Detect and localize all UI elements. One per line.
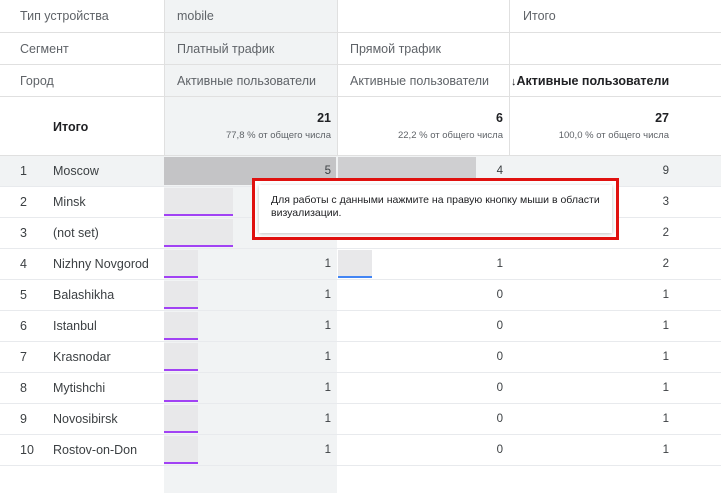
- row-city: Moscow: [53, 164, 99, 178]
- row-city: Istanbul: [53, 319, 97, 333]
- row-city: Nizhny Novgorod: [53, 257, 149, 271]
- header-device-row: Тип устройства mobile Итого: [0, 0, 721, 32]
- totals-direct-value: 6: [496, 111, 503, 125]
- metric-header-paid[interactable]: Активные пользователи: [177, 65, 316, 97]
- table-row[interactable]: 4 Nizhny Novgorod 1 1 2: [0, 249, 721, 280]
- totals-row: Итого 21 77,8 % от общего числа 6 22,2 %…: [0, 97, 721, 155]
- segment-direct-traffic[interactable]: Прямой трафик: [350, 33, 441, 65]
- row-total-value: 1: [662, 320, 669, 332]
- row-index: 5: [20, 288, 27, 302]
- row-index: 2: [20, 195, 27, 209]
- header-segment-row: Сегмент Платный трафик Прямой трафик: [0, 33, 721, 65]
- row-total-value: 1: [662, 413, 669, 425]
- row-city: Rostov-on-Don: [53, 443, 138, 457]
- row-city: (not set): [53, 226, 99, 240]
- row-total-value: 2: [662, 227, 669, 239]
- row-index: 9: [20, 412, 27, 426]
- row-city: Minsk: [53, 195, 86, 209]
- row-total-value: 3: [662, 196, 669, 208]
- paid-bar: [164, 374, 198, 402]
- table-row[interactable]: 9 Novosibirsk 1 0 1: [0, 404, 721, 435]
- row-direct-value: 1: [496, 258, 503, 270]
- device-type-value[interactable]: mobile: [177, 0, 214, 32]
- row-index: 8: [20, 381, 27, 395]
- row-direct-value: 0: [496, 289, 503, 301]
- metric-header-total[interactable]: ↓Активные пользователи: [511, 65, 669, 97]
- totals-paid-value: 21: [317, 111, 331, 125]
- row-total-value: 1: [662, 444, 669, 456]
- paid-bar: [164, 188, 233, 216]
- paid-bar: [164, 405, 198, 433]
- row-paid-value: 1: [324, 382, 331, 394]
- metric-header-total-label: Активные пользователи: [516, 74, 670, 88]
- paid-bar: [164, 436, 198, 464]
- row-index: 4: [20, 257, 27, 271]
- row-total-value: 1: [662, 351, 669, 363]
- row-city: Mytishchi: [53, 381, 106, 395]
- total-column-label: Итого: [523, 9, 556, 23]
- row-city: Balashikha: [53, 288, 115, 302]
- row-direct-value: 0: [496, 351, 503, 363]
- totals-all-value: 27: [655, 111, 669, 125]
- row-paid-value: 1: [324, 444, 331, 456]
- device-type-label: Тип устройства: [20, 9, 109, 23]
- row-index: 1: [20, 164, 27, 178]
- row-direct-value: 0: [496, 320, 503, 332]
- row-index: 3: [20, 226, 27, 240]
- table-row[interactable]: 8 Mytishchi 1 0 1: [0, 373, 721, 404]
- row-city: Krasnodar: [53, 350, 111, 364]
- row-direct-value: 0: [496, 444, 503, 456]
- table-row[interactable]: 10 Rostov-on-Don 1 0 1: [0, 435, 721, 466]
- row-total-value: 2: [662, 258, 669, 270]
- paid-bar: [164, 281, 198, 309]
- header-metric-row: Город Активные пользователи Активные пол…: [0, 65, 721, 97]
- table-row[interactable]: 6 Istanbul 1 0 1: [0, 311, 721, 342]
- row-paid-value: 1: [324, 258, 331, 270]
- direct-bar: [338, 250, 372, 278]
- row-total-value: 1: [662, 289, 669, 301]
- row-paid-value: 1: [324, 413, 331, 425]
- city-column-header[interactable]: Город: [20, 65, 54, 97]
- paid-bar: [164, 219, 233, 247]
- visualization-tooltip: Для работы с данными нажмите на правую к…: [252, 178, 619, 240]
- row-total-value: 9: [662, 165, 669, 177]
- paid-bar: [164, 343, 198, 371]
- row-paid-value: 1: [324, 289, 331, 301]
- row-index: 6: [20, 319, 27, 333]
- segment-label: Сегмент: [20, 42, 69, 56]
- row-direct-value: 0: [496, 413, 503, 425]
- totals-direct-percent: 22,2 % от общего числа: [397, 130, 503, 141]
- table-row[interactable]: 7 Krasnodar 1 0 1: [0, 342, 721, 373]
- table-row[interactable]: 5 Balashikha 1 0 1: [0, 280, 721, 311]
- row-total-value: 1: [662, 382, 669, 394]
- row-paid-value: 1: [324, 320, 331, 332]
- row-city: Novosibirsk: [53, 412, 118, 426]
- totals-all-percent: 100,0 % от общего числа: [558, 130, 669, 141]
- paid-bar: [164, 312, 198, 340]
- totals-label: Итого: [53, 120, 89, 134]
- tooltip-text: Для работы с данными нажмите на правую к…: [259, 185, 612, 233]
- row-index: 7: [20, 350, 27, 364]
- paid-bar: [164, 250, 198, 278]
- metric-header-direct[interactable]: Активные пользователи: [350, 65, 489, 97]
- row-paid-value: 1: [324, 351, 331, 363]
- totals-paid-percent: 77,8 % от общего числа: [225, 130, 331, 141]
- segment-paid-traffic[interactable]: Платный трафик: [177, 33, 274, 65]
- row-index: 10: [20, 443, 34, 457]
- row-direct-value: 0: [496, 382, 503, 394]
